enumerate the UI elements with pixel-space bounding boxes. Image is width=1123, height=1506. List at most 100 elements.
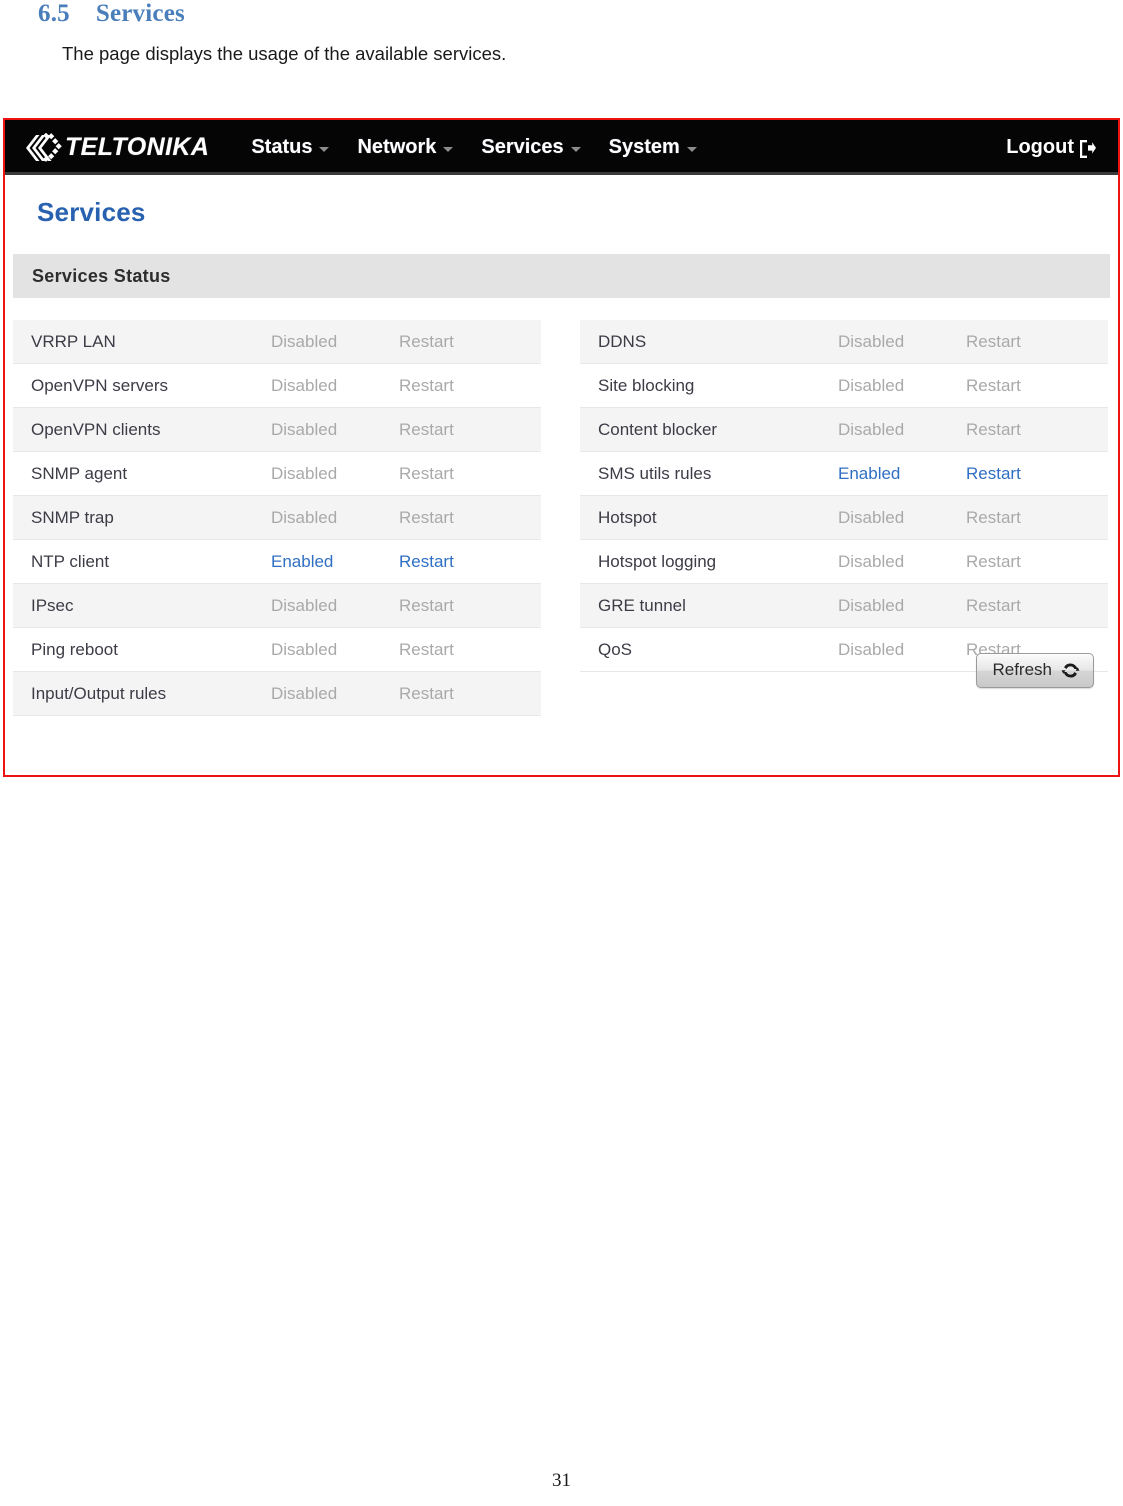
nav-item-status-label: Status bbox=[251, 136, 313, 158]
service-restart-action: Restart bbox=[966, 551, 1021, 571]
services-table-left: VRRP LAN Disabled Restart OpenVPN servers Di… bbox=[13, 320, 541, 716]
service-status: Disabled bbox=[271, 683, 338, 703]
logout-icon bbox=[1078, 138, 1096, 158]
service-status: Disabled bbox=[271, 375, 338, 395]
table-row: SNMP trap Disabled Restart bbox=[13, 496, 541, 540]
service-name: OpenVPN clients bbox=[31, 419, 161, 439]
table-row: OpenVPN servers Disabled Restart bbox=[13, 364, 541, 408]
router-navbar: TELTONIKA Status Network Services System… bbox=[5, 120, 1118, 175]
service-restart-action: Restart bbox=[399, 639, 454, 659]
service-restart-action: Restart bbox=[966, 595, 1021, 615]
service-restart-action[interactable]: Restart bbox=[399, 552, 454, 572]
services-status-section-header: Services Status bbox=[13, 254, 1110, 298]
service-name: Ping reboot bbox=[31, 639, 118, 659]
chevron-down-icon bbox=[686, 147, 697, 152]
table-row: SMS utils rules Enabled Restart bbox=[580, 452, 1108, 496]
service-name: NTP client bbox=[31, 551, 110, 571]
refresh-icon bbox=[1061, 661, 1080, 680]
service-restart-action: Restart bbox=[399, 595, 454, 615]
navbar-menu: Status Network Services System bbox=[251, 136, 724, 159]
router-page-body: Services Services Status VRRP LAN Disable… bbox=[5, 175, 1118, 716]
service-restart-action: Restart bbox=[966, 375, 1021, 395]
service-restart-action: Restart bbox=[966, 419, 1021, 439]
document-section-heading: 6.5 Services bbox=[38, 0, 185, 28]
table-row: DDNS Disabled Restart bbox=[580, 320, 1108, 364]
service-name: Content blocker bbox=[598, 419, 718, 439]
table-row: Hotspot Disabled Restart bbox=[580, 496, 1108, 540]
screenshot-frame: TELTONIKA Status Network Services System… bbox=[3, 118, 1120, 777]
service-status: Disabled bbox=[271, 419, 338, 439]
service-restart-action: Restart bbox=[399, 507, 454, 527]
nav-item-network-label: Network bbox=[357, 136, 437, 158]
nav-item-services-label: Services bbox=[481, 136, 564, 158]
logout-button[interactable]: Logout bbox=[1006, 136, 1096, 159]
nav-item-status[interactable]: Status bbox=[251, 136, 330, 159]
teltonika-chevrons-icon bbox=[22, 132, 64, 163]
service-name: GRE tunnel bbox=[598, 595, 686, 615]
refresh-button-label: Refresh bbox=[992, 660, 1052, 679]
service-restart-action: Restart bbox=[399, 419, 454, 439]
service-name: Input/Output rules bbox=[31, 683, 167, 703]
service-status: Disabled bbox=[271, 463, 338, 483]
service-status: Disabled bbox=[271, 331, 338, 351]
service-name: DDNS bbox=[598, 331, 647, 351]
service-status: Disabled bbox=[838, 507, 905, 527]
table-row: Ping reboot Disabled Restart bbox=[13, 628, 541, 672]
service-status: Disabled bbox=[271, 639, 338, 659]
teltonika-logo[interactable]: TELTONIKA bbox=[22, 132, 210, 163]
table-row: NTP client Enabled Restart bbox=[13, 540, 541, 584]
services-tables: VRRP LAN Disabled Restart OpenVPN servers Di… bbox=[5, 298, 1118, 716]
table-row: IPsec Disabled Restart bbox=[13, 584, 541, 628]
service-restart-action: Restart bbox=[399, 331, 454, 351]
table-row: Input/Output rules Disabled Restart bbox=[13, 672, 541, 716]
service-name: Hotspot logging bbox=[598, 551, 717, 571]
service-status[interactable]: Enabled bbox=[838, 464, 966, 484]
refresh-button[interactable]: Refresh bbox=[976, 653, 1094, 688]
service-name: OpenVPN servers bbox=[31, 375, 168, 395]
table-row: Hotspot logging Disabled Restart bbox=[580, 540, 1108, 584]
service-status[interactable]: Enabled bbox=[271, 552, 399, 572]
service-name: QoS bbox=[598, 639, 633, 659]
table-row: GRE tunnel Disabled Restart bbox=[580, 584, 1108, 628]
service-name: Hotspot bbox=[598, 507, 657, 527]
chevron-down-icon bbox=[319, 147, 330, 152]
service-status: Disabled bbox=[271, 595, 338, 615]
service-restart-action: Restart bbox=[399, 683, 454, 703]
logo-wordmark: TELTONIKA bbox=[65, 133, 210, 161]
nav-item-network[interactable]: Network bbox=[357, 136, 454, 159]
page-title: Services bbox=[37, 197, 146, 227]
table-row: SNMP agent Disabled Restart bbox=[13, 452, 541, 496]
nav-item-services[interactable]: Services bbox=[481, 136, 581, 159]
service-restart-action[interactable]: Restart bbox=[966, 464, 1021, 484]
document-intro-paragraph: The page displays the usage of the avail… bbox=[62, 43, 507, 64]
table-row: Site blocking Disabled Restart bbox=[580, 364, 1108, 408]
chevron-down-icon bbox=[570, 147, 581, 152]
service-name: IPsec bbox=[31, 595, 74, 615]
service-restart-action: Restart bbox=[399, 463, 454, 483]
table-row: VRRP LAN Disabled Restart bbox=[13, 320, 541, 364]
table-row: OpenVPN clients Disabled Restart bbox=[13, 408, 541, 452]
section-number: 6.5 bbox=[38, 0, 70, 27]
service-status: Disabled bbox=[838, 331, 905, 351]
section-title: Services bbox=[95, 0, 185, 27]
service-status: Disabled bbox=[838, 639, 905, 659]
nav-item-system-label: System bbox=[608, 136, 680, 158]
service-name: SNMP agent bbox=[31, 463, 128, 483]
service-name: VRRP LAN bbox=[31, 331, 116, 351]
service-status: Disabled bbox=[838, 595, 905, 615]
chevron-down-icon bbox=[443, 147, 454, 152]
table-row: Content blocker Disabled Restart bbox=[580, 408, 1108, 452]
logout-label: Logout bbox=[1006, 136, 1074, 158]
service-status: Disabled bbox=[838, 551, 905, 571]
service-name: SNMP trap bbox=[31, 507, 114, 527]
service-status: Disabled bbox=[271, 507, 338, 527]
service-name: SMS utils rules bbox=[598, 463, 712, 483]
section-header-label: Services Status bbox=[32, 265, 171, 286]
service-restart-action: Restart bbox=[966, 507, 1021, 527]
service-restart-action: Restart bbox=[966, 331, 1021, 351]
page-number: 31 bbox=[552, 1470, 571, 1491]
service-status: Disabled bbox=[838, 419, 905, 439]
service-restart-action: Restart bbox=[399, 375, 454, 395]
service-status: Disabled bbox=[838, 375, 905, 395]
nav-item-system[interactable]: System bbox=[609, 136, 697, 159]
